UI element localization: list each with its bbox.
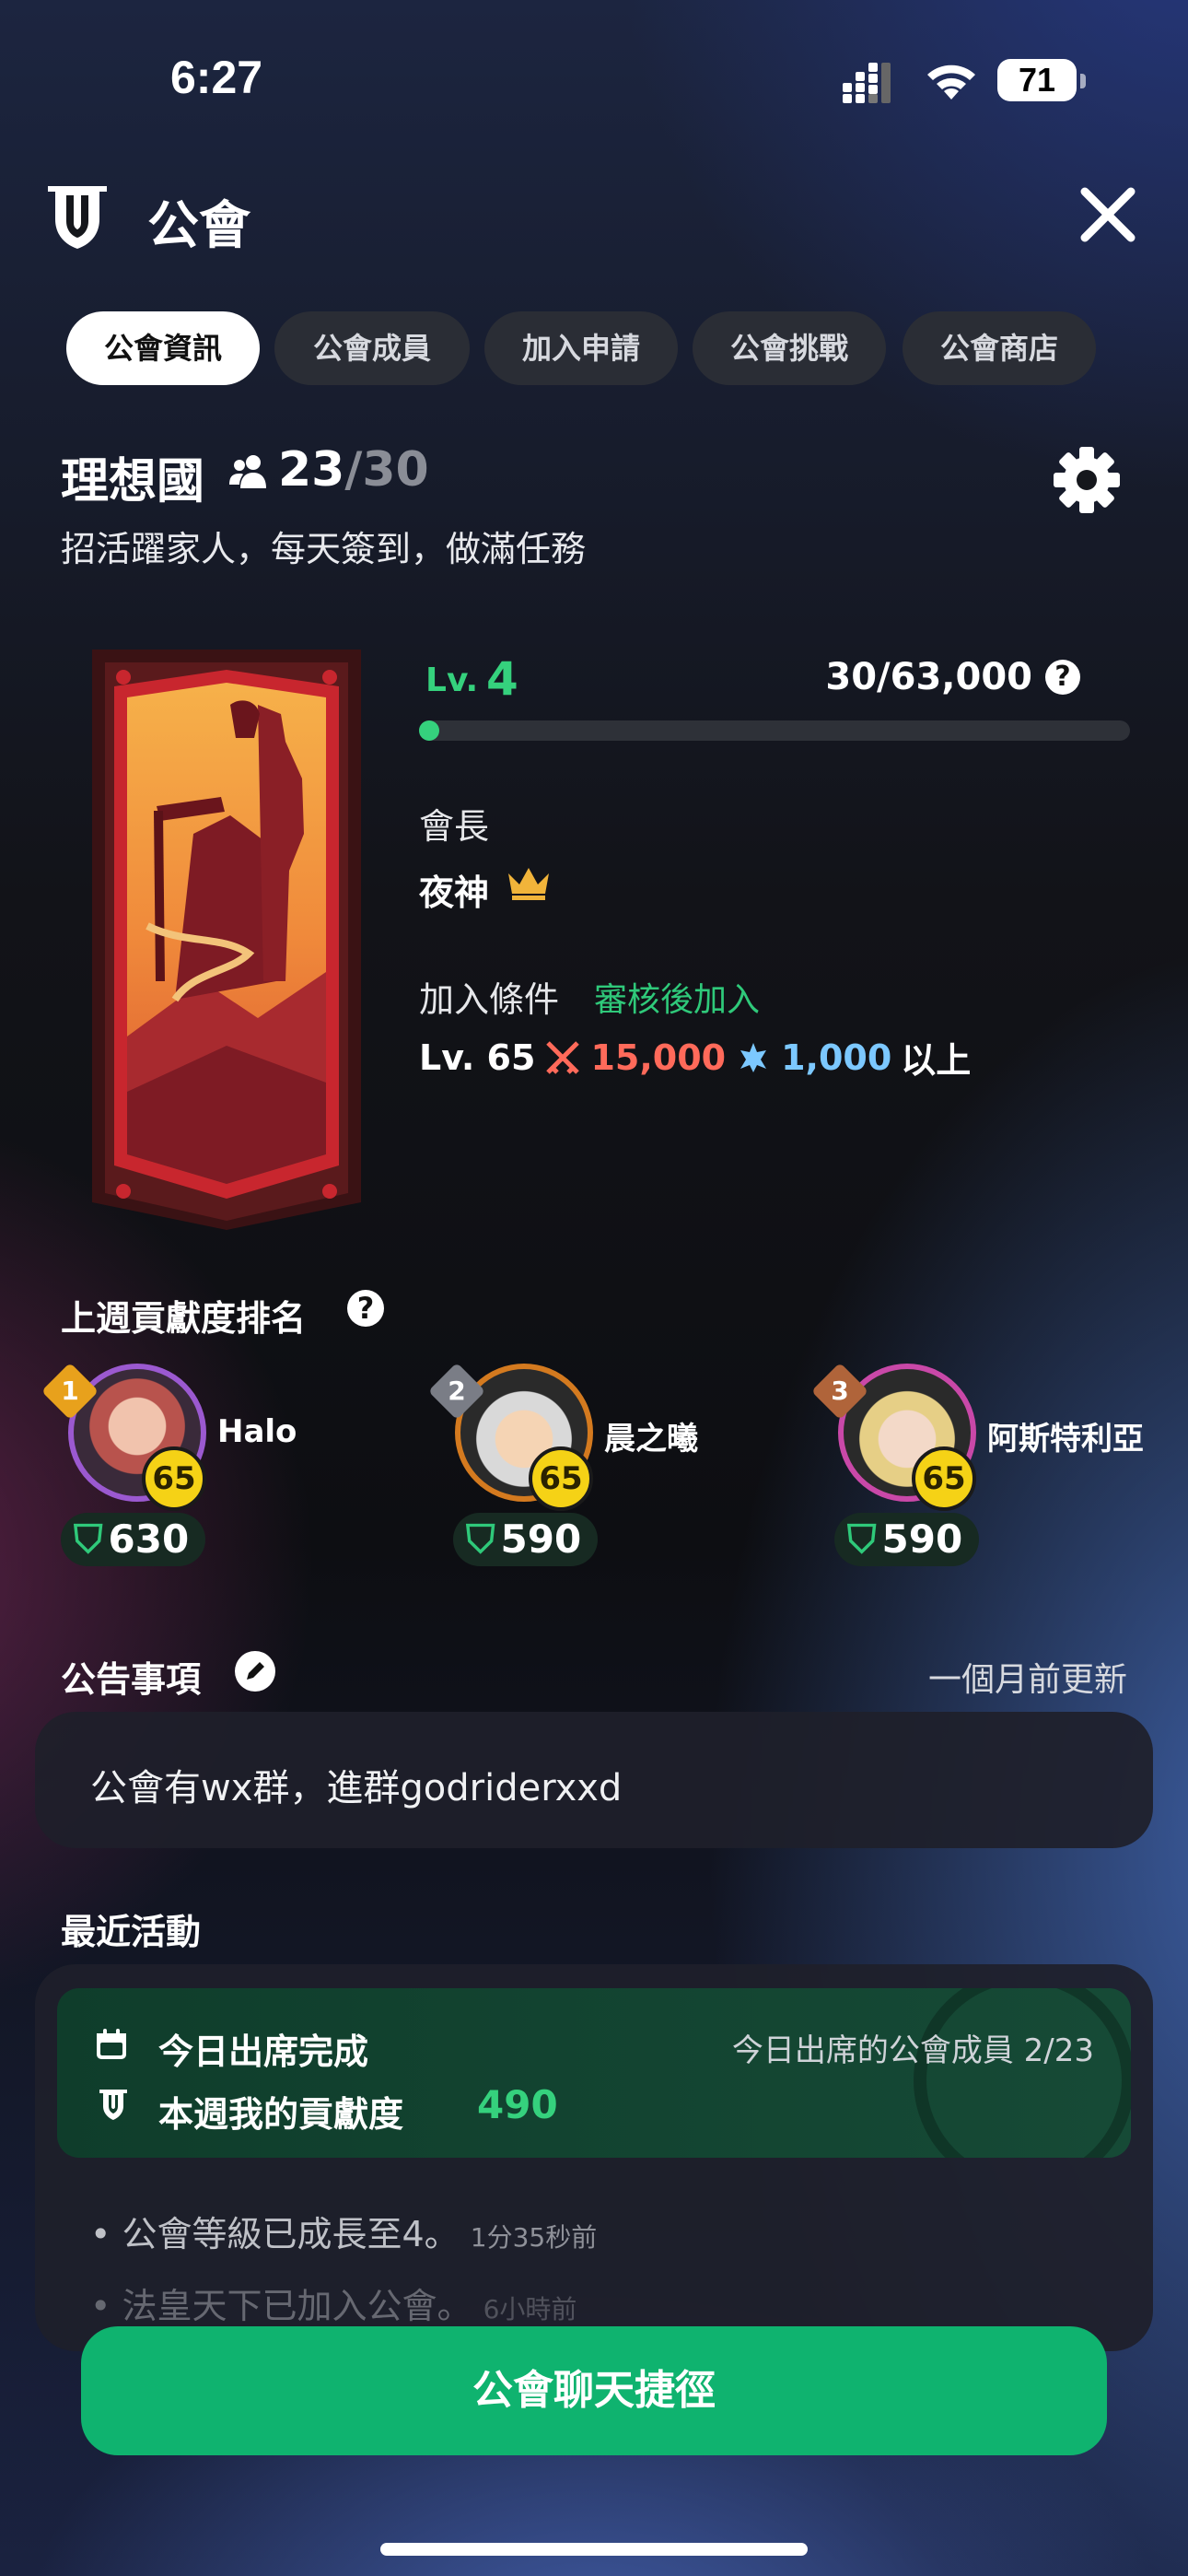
level-badge: 65 [529, 1446, 593, 1511]
member-name: 阿斯特利亞 [987, 1421, 1144, 1458]
member-name: 晨之曦 [604, 1421, 698, 1458]
leader-name: 夜神 [419, 872, 490, 913]
tab-join-requests[interactable]: 加入申請 [484, 311, 678, 385]
help-icon[interactable]: ? [347, 1290, 384, 1327]
guild-shield-icon: ⛉ [847, 1516, 877, 1562]
attendance-count: 今日出席的公會成員 2/23 [731, 2032, 1094, 2069]
page-title: 公會 [147, 196, 250, 256]
join-requirements: Lv. 65 15,000 1,000 以上 [419, 1032, 971, 1083]
status-time: 6:27 [170, 52, 263, 103]
points-pill: ⛉ 590 [834, 1513, 980, 1566]
announcement-title: 公告事項 [61, 1659, 202, 1700]
guild-stamp-watermark [914, 1988, 1131, 2158]
level-label: Lv. [425, 662, 479, 699]
join-mode: 審核後加入 [594, 981, 761, 1019]
guild-level: 4 [486, 652, 518, 706]
tab-guild-members[interactable]: 公會成員 [274, 311, 470, 385]
help-icon[interactable]: ? [1045, 660, 1080, 695]
points-pill: ⛉ 630 [61, 1513, 206, 1566]
members-icon [228, 453, 269, 490]
rank-badge: 1 [41, 1362, 99, 1421]
calendar-icon [94, 2027, 129, 2062]
member-count: 23/30 [278, 442, 429, 498]
exp-progress-fill [419, 720, 439, 741]
recent-activity-title: 最近活動 [61, 1912, 202, 1952]
leader-label: 會長 [419, 806, 490, 847]
guild-chat-shortcut-button[interactable]: 公會聊天捷徑 [81, 2326, 1107, 2455]
defense-icon [735, 1039, 772, 1076]
activity-item-time: 1分35秒前 [470, 2222, 598, 2253]
exp-progress-bar [419, 720, 1130, 741]
contribution-label: 本週我的貢獻度 [158, 2094, 404, 2135]
home-indicator[interactable] [380, 2543, 808, 2556]
guild-name: 理想國 [61, 454, 205, 509]
rank-entry-3[interactable]: 3 65 阿斯特利亞 ⛉ 590 [810, 1362, 1188, 1566]
close-icon[interactable] [1077, 184, 1138, 245]
ranking-title: 上週貢獻度排名 [61, 1298, 307, 1339]
guild-banner-image [92, 650, 361, 1230]
attendance-box: 今日出席完成 今日出席的公會成員 2/23 本週我的貢獻度 490 [57, 1988, 1131, 2158]
guild-exp-text: 30/63,000 [825, 656, 1032, 698]
announcement-updated: 一個月前更新 [927, 1661, 1127, 1699]
level-badge: 65 [142, 1446, 206, 1511]
attendance-label: 今日出席完成 [158, 2032, 369, 2072]
activity-item-time: 6小時前 [483, 2294, 577, 2324]
attack-icon [544, 1039, 581, 1076]
announcement-card: 公會有wx群，進群godriderxxd [35, 1712, 1153, 1848]
requirement-suffix: 以上 [901, 1040, 972, 1081]
tab-guild-shop[interactable]: 公會商店 [903, 311, 1096, 385]
member-count-max: /30 [344, 442, 429, 498]
guild-exp: 30/63,000 ? [825, 656, 1080, 698]
required-defense: 1,000 [781, 1036, 892, 1078]
crown-icon [505, 864, 553, 901]
contribution-value: 490 [477, 2082, 558, 2127]
activity-item-text: 法皇天下已加入公會。 [122, 2286, 472, 2326]
guild-shield-icon: ⛉ [466, 1516, 495, 1562]
guild-shield-icon [98, 2088, 129, 2121]
rank-badge: 2 [427, 1362, 486, 1421]
rank-entry-2[interactable]: 2 65 晨之曦 ⛉ 590 [427, 1362, 801, 1566]
member-count-current: 23 [278, 442, 345, 498]
guild-description: 招活躍家人，每天簽到，做滿任務 [61, 529, 587, 569]
battery-indicator: 71 [997, 59, 1086, 101]
wifi-icon [924, 59, 979, 101]
activity-item-text: 公會等級已成長至4。 [122, 2214, 460, 2254]
tab-guild-challenge[interactable]: 公會挑戰 [693, 311, 886, 385]
required-level: Lv. 65 [419, 1036, 536, 1078]
guild-shield-icon: ⛉ [74, 1516, 103, 1562]
member-name: Halo [217, 1413, 297, 1450]
required-attack: 15,000 [590, 1036, 727, 1078]
guild-shield-icon [44, 182, 111, 251]
activity-item: • 法皇天下已加入公會。 6小時前 [90, 2286, 577, 2326]
announcement-text: 公會有wx群，進群godriderxxd [90, 1767, 623, 1809]
level-badge: 65 [912, 1446, 976, 1511]
rank-entry-1[interactable]: 1 65 Halo ⛉ 630 [41, 1362, 414, 1566]
tab-guild-info[interactable]: 公會資訊 [66, 311, 260, 385]
settings-gear-icon[interactable] [1052, 445, 1122, 515]
activity-card: 今日出席完成 今日出席的公會成員 2/23 本週我的貢獻度 490 • 公會等級… [35, 1964, 1153, 2351]
points-pill: ⛉ 590 [453, 1513, 599, 1566]
rank-badge: 3 [810, 1362, 869, 1421]
edit-pencil-icon[interactable] [235, 1651, 275, 1692]
signal-icon [843, 63, 902, 103]
activity-item: • 公會等級已成長至4。 1分35秒前 [90, 2214, 598, 2254]
join-condition-label: 加入條件 [419, 979, 560, 1020]
